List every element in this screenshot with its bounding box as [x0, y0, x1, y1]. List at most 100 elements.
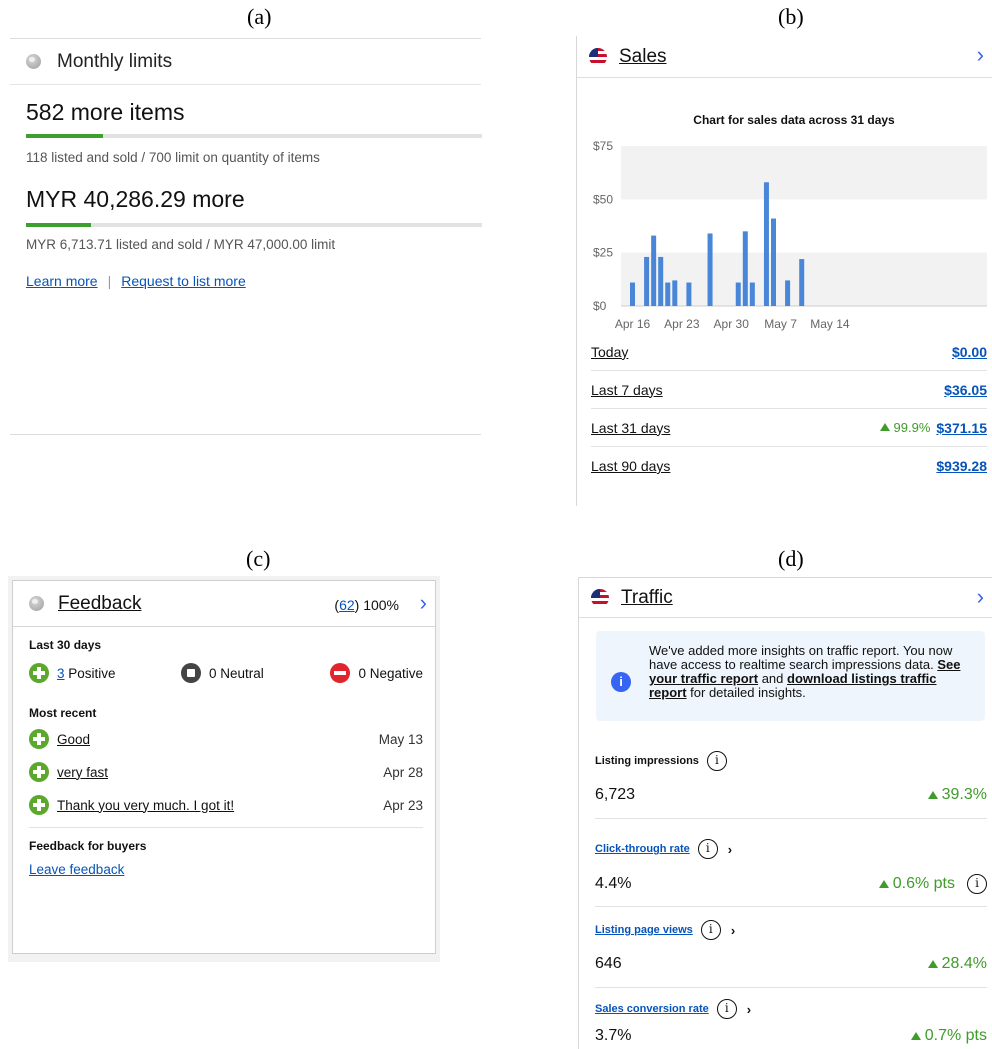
request-to-list-more-link[interactable]: Request to list more	[121, 273, 246, 289]
value-progress-bar	[26, 223, 482, 227]
metric-title-link[interactable]: Listing page views	[595, 924, 693, 936]
x-tick-label: May 7	[764, 317, 797, 331]
sales-row-label[interactable]: Last 7 days	[591, 382, 663, 398]
sales-row-label[interactable]: Last 90 days	[591, 458, 670, 474]
positive-icon	[29, 663, 49, 683]
sales-row-label[interactable]: Today	[591, 344, 628, 360]
positive-label: Positive	[68, 665, 116, 681]
chevron-right-icon[interactable]: ›	[731, 923, 735, 938]
metric-value: 646	[595, 955, 622, 972]
chart-bar	[742, 231, 748, 306]
panel-label-a: (a)	[247, 4, 272, 29]
neutral-icon	[181, 663, 201, 683]
divider	[595, 906, 987, 907]
info-circle-icon[interactable]: i	[697, 839, 718, 859]
feedback-comment-link[interactable]: Thank you very much. I got it!	[57, 798, 234, 813]
info-text-part: and	[758, 671, 787, 686]
sales-row-amount[interactable]: $371.15	[936, 420, 987, 436]
sales-row-amount[interactable]: $36.05	[944, 382, 987, 398]
positive-icon	[29, 795, 49, 815]
chart-title: Chart for sales data across 31 days	[693, 113, 895, 127]
sales-row-today[interactable]: Today $0.00	[591, 333, 987, 371]
metric-value: 3.7%	[595, 1027, 632, 1044]
chevron-right-icon[interactable]: ›	[420, 592, 427, 614]
learn-more-link[interactable]: Learn more	[26, 273, 98, 289]
chart-bar	[799, 259, 805, 306]
feedback-percent: ) 100%	[354, 597, 399, 613]
metric-change-value: 0.6% pts	[892, 875, 955, 892]
chevron-right-icon[interactable]: ›	[977, 44, 984, 66]
metric-title-link[interactable]: Sales conversion rate	[595, 1003, 709, 1015]
feedback-comment-link[interactable]: Good	[57, 732, 90, 747]
metric-row-sales-conversion-rate: 3.7% 0.7% pts	[595, 1027, 987, 1045]
feedback-header[interactable]: Feedback (62) 100% ›	[13, 581, 435, 627]
negative-summary: 0 Negative	[330, 663, 423, 683]
metric-value: 4.4%	[595, 875, 632, 892]
sales-title[interactable]: Sales	[619, 46, 667, 68]
metric-title-sales-conversion-rate[interactable]: Sales conversion rate i ›	[595, 999, 751, 1019]
feedback-date: Apr 28	[383, 764, 423, 780]
positive-summary: 3 Positive	[29, 663, 116, 683]
traffic-header[interactable]: Traffic ›	[579, 578, 992, 618]
x-tick-label: Apr 16	[615, 317, 651, 331]
traffic-info-banner: i We've added more insights on traffic r…	[596, 631, 985, 721]
metric-change: 39.3%	[927, 786, 987, 804]
sales-row-amount[interactable]: $939.28	[936, 458, 987, 474]
info-circle-icon[interactable]: i	[700, 920, 721, 940]
traffic-info-text: We've added more insights on traffic rep…	[649, 644, 969, 700]
chart-bar	[686, 282, 692, 306]
monthly-limits-header: Monthly limits	[10, 39, 481, 85]
us-flag-icon	[591, 588, 609, 607]
info-text-part: We've added more insights on traffic rep…	[649, 643, 953, 672]
sales-card: Sales › Chart for sales data across 31 d…	[576, 36, 992, 506]
metric-title-link[interactable]: Click-through rate	[595, 843, 690, 855]
metric-change-value: 28.4%	[941, 955, 987, 972]
metric-change-value: 39.3%	[941, 786, 987, 803]
feedback-date: May 13	[378, 731, 423, 747]
monthly-limits-title: Monthly limits	[57, 50, 173, 72]
feedback-summary: 3 Positive 0 Neutral 0 Negative	[29, 663, 423, 687]
chevron-right-icon[interactable]: ›	[747, 1002, 751, 1017]
metric-row-listing-page-views: 646 28.4%	[595, 955, 987, 973]
sales-row-last-31-days[interactable]: Last 31 days 99.9% $371.15	[591, 409, 987, 447]
panel-label-b: (b)	[778, 4, 804, 29]
sales-change-badge: 99.9%	[879, 420, 931, 435]
metric-title-click-through-rate[interactable]: Click-through rate i ›	[595, 839, 732, 859]
leave-feedback-link[interactable]: Leave feedback	[29, 862, 124, 877]
metric-value: 6,723	[595, 786, 636, 803]
sales-header[interactable]: Sales ›	[577, 36, 992, 78]
list-item: Thank you very much. I got it! Apr 23	[29, 794, 423, 816]
info-circle-icon[interactable]: i	[716, 999, 737, 1019]
x-tick-label: Apr 23	[664, 317, 700, 331]
feedback-comment-link[interactable]: very fast	[57, 765, 108, 780]
sales-change-value: 99.9%	[893, 420, 931, 435]
metric-row-listing-impressions: 6,723 39.3%	[595, 786, 987, 804]
y-tick-label: $0	[593, 299, 607, 313]
feedback-count-link[interactable]: 62	[339, 597, 355, 613]
sales-row-last-7-days[interactable]: Last 7 days $36.05	[591, 371, 987, 409]
items-detail: 118 listed and sold / 700 limit on quant…	[26, 150, 320, 165]
chart-bar	[630, 282, 635, 306]
sales-row-last-90-days[interactable]: Last 90 days $939.28	[591, 447, 987, 485]
metric-title-listing-page-views[interactable]: Listing page views i ›	[595, 920, 735, 940]
y-tick-label: $75	[593, 139, 613, 153]
value-progress-fill	[26, 223, 92, 227]
info-circle-icon[interactable]: i	[967, 874, 987, 894]
metric-change: 28.4%	[927, 955, 987, 973]
sales-row-label[interactable]: Last 31 days	[591, 420, 670, 436]
y-tick-label: $50	[593, 192, 613, 206]
positive-count-link[interactable]: 3	[57, 666, 65, 681]
sales-row-amount[interactable]: $0.00	[952, 344, 987, 360]
chevron-right-icon[interactable]: ›	[977, 586, 984, 608]
info-circle-icon[interactable]: i	[706, 751, 727, 771]
chevron-right-icon[interactable]: ›	[728, 842, 732, 857]
negative-label: 0 Negative	[358, 665, 423, 681]
chart-bar	[644, 256, 650, 306]
y-tick-label: $25	[593, 246, 613, 260]
feedback-title[interactable]: Feedback	[58, 593, 141, 615]
chart-bar	[735, 282, 741, 306]
metric-title-listing-impressions: Listing impressions i	[595, 751, 727, 771]
feedback-for-buyers-title: Feedback for buyers	[29, 839, 147, 853]
traffic-title[interactable]: Traffic	[621, 587, 673, 609]
triangle-up-icon	[879, 423, 890, 431]
